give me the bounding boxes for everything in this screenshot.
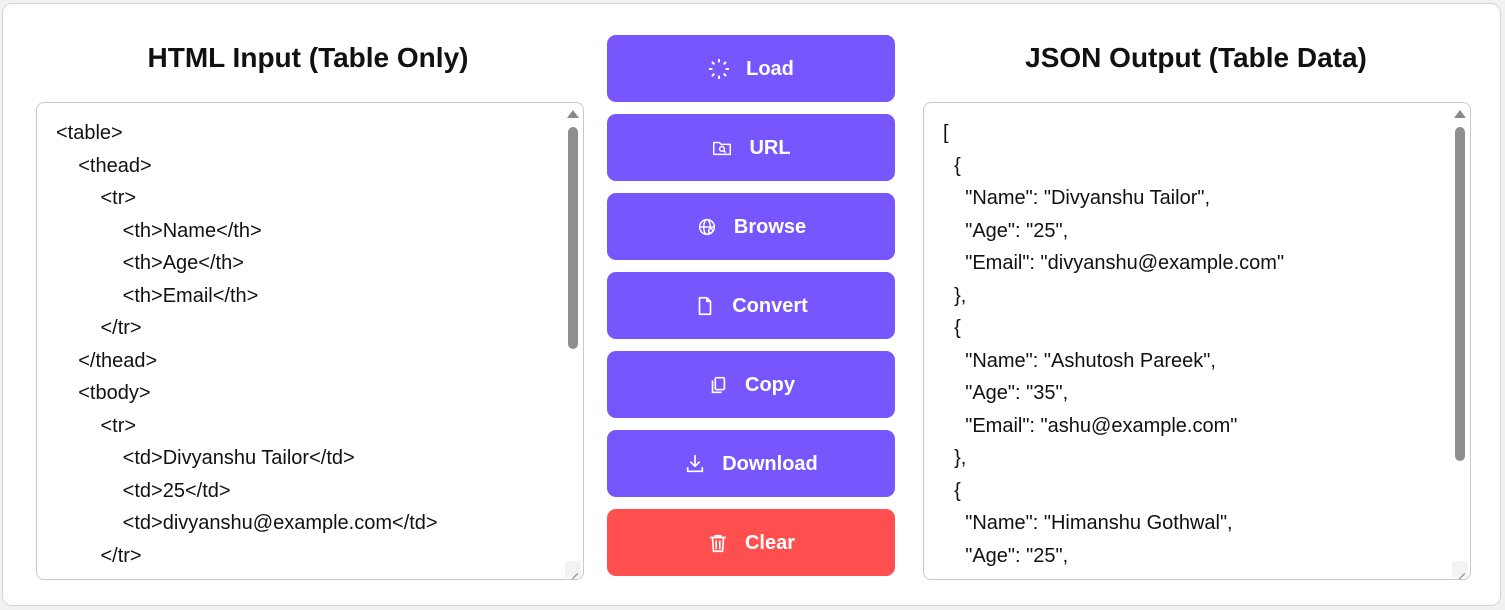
download-button-label: Download bbox=[722, 452, 818, 475]
output-panel-title: JSON Output (Table Data) bbox=[1025, 42, 1367, 73]
copy-icon bbox=[711, 376, 726, 393]
browse-button-label: Browse bbox=[733, 215, 807, 238]
convert-button[interactable]: Convert bbox=[607, 272, 895, 339]
html-input-textarea[interactable]: <table> <thead> <tr> <th>Name</th> <th>A… bbox=[36, 102, 584, 580]
input-scroll-thumb[interactable] bbox=[568, 127, 578, 349]
scroll-up-arrow-icon[interactable] bbox=[567, 110, 579, 118]
resize-handle-icon[interactable] bbox=[565, 561, 581, 577]
html-input-content: <table> <thead> <tr> <th>Name</th> <th>A… bbox=[56, 122, 438, 567]
download-button[interactable]: Download bbox=[607, 430, 895, 497]
scroll-up-arrow-icon[interactable] bbox=[1454, 110, 1466, 118]
input-scrollbar[interactable] bbox=[565, 105, 581, 571]
input-panel-title: HTML Input (Table Only) bbox=[147, 42, 469, 73]
output-scrollbar[interactable] bbox=[1452, 105, 1468, 571]
globe-icon bbox=[698, 218, 715, 235]
json-output-textarea[interactable]: [ { "Name": "Divyanshu Tailor", "Age": "… bbox=[923, 102, 1471, 580]
load-button[interactable]: Load bbox=[607, 35, 895, 102]
url-button[interactable]: URL bbox=[607, 114, 895, 181]
output-scroll-thumb[interactable] bbox=[1455, 127, 1465, 461]
copy-button[interactable]: Copy bbox=[607, 351, 895, 418]
file-icon bbox=[698, 296, 712, 315]
loader-icon bbox=[708, 58, 730, 79]
load-button-label: Load bbox=[746, 57, 794, 80]
json-output-content: [ { "Name": "Divyanshu Tailor", "Age": "… bbox=[943, 122, 1285, 567]
url-button-label: URL bbox=[749, 136, 791, 159]
convert-button-label: Convert bbox=[732, 294, 808, 317]
download-icon bbox=[687, 454, 704, 472]
folder-search-icon bbox=[713, 141, 732, 155]
clear-button[interactable]: Clear bbox=[607, 509, 895, 576]
resize-handle-icon[interactable] bbox=[1452, 561, 1468, 577]
copy-button-label: Copy bbox=[745, 373, 795, 396]
trash-icon bbox=[709, 534, 727, 552]
clear-button-label: Clear bbox=[744, 531, 796, 554]
browse-button[interactable]: Browse bbox=[607, 193, 895, 260]
